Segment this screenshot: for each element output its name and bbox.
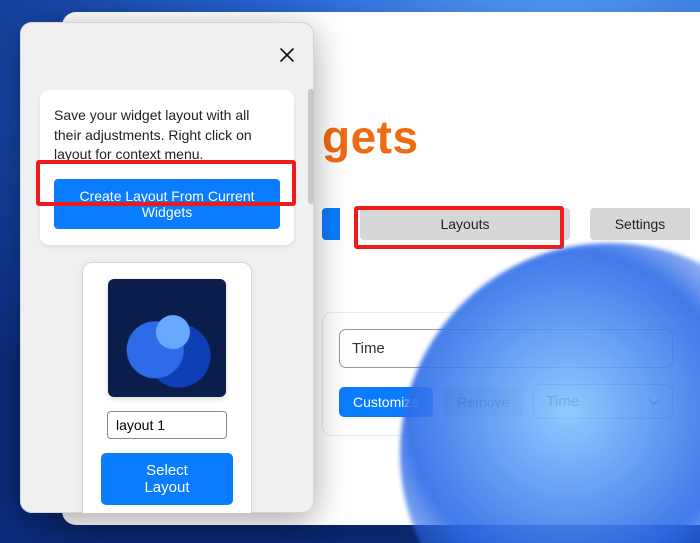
layout-card: Select Layout [82, 262, 252, 513]
scrollbar-thumb[interactable] [308, 89, 314, 204]
close-button[interactable] [278, 46, 296, 64]
tooltip-text: Save your widget layout with all their a… [54, 106, 280, 165]
remove-button[interactable]: Remove [443, 387, 523, 417]
layout-name-input[interactable] [107, 411, 227, 439]
tab-row: Layouts Settings [322, 208, 690, 240]
widget-type-select[interactable]: Time [533, 384, 673, 419]
close-icon [278, 46, 296, 64]
select-value: Time [546, 393, 579, 410]
select-layout-button[interactable]: Select Layout [101, 453, 233, 505]
layout-thumbnail [108, 279, 226, 397]
widget-row-card: Customize Remove Time [322, 312, 690, 436]
chevron-down-icon [648, 396, 660, 408]
tab-widgets-stub[interactable] [322, 208, 340, 240]
tooltip-card: Save your widget layout with all their a… [40, 90, 294, 245]
widget-name-input[interactable] [339, 329, 673, 368]
page-title: gets [322, 110, 690, 164]
create-layout-button[interactable]: Create Layout From Current Widgets [54, 179, 280, 229]
customize-button[interactable]: Customize [339, 387, 433, 417]
layouts-popup: Save your widget layout with all their a… [20, 22, 314, 513]
tab-layouts[interactable]: Layouts [360, 208, 570, 240]
tab-settings[interactable]: Settings [590, 208, 690, 240]
